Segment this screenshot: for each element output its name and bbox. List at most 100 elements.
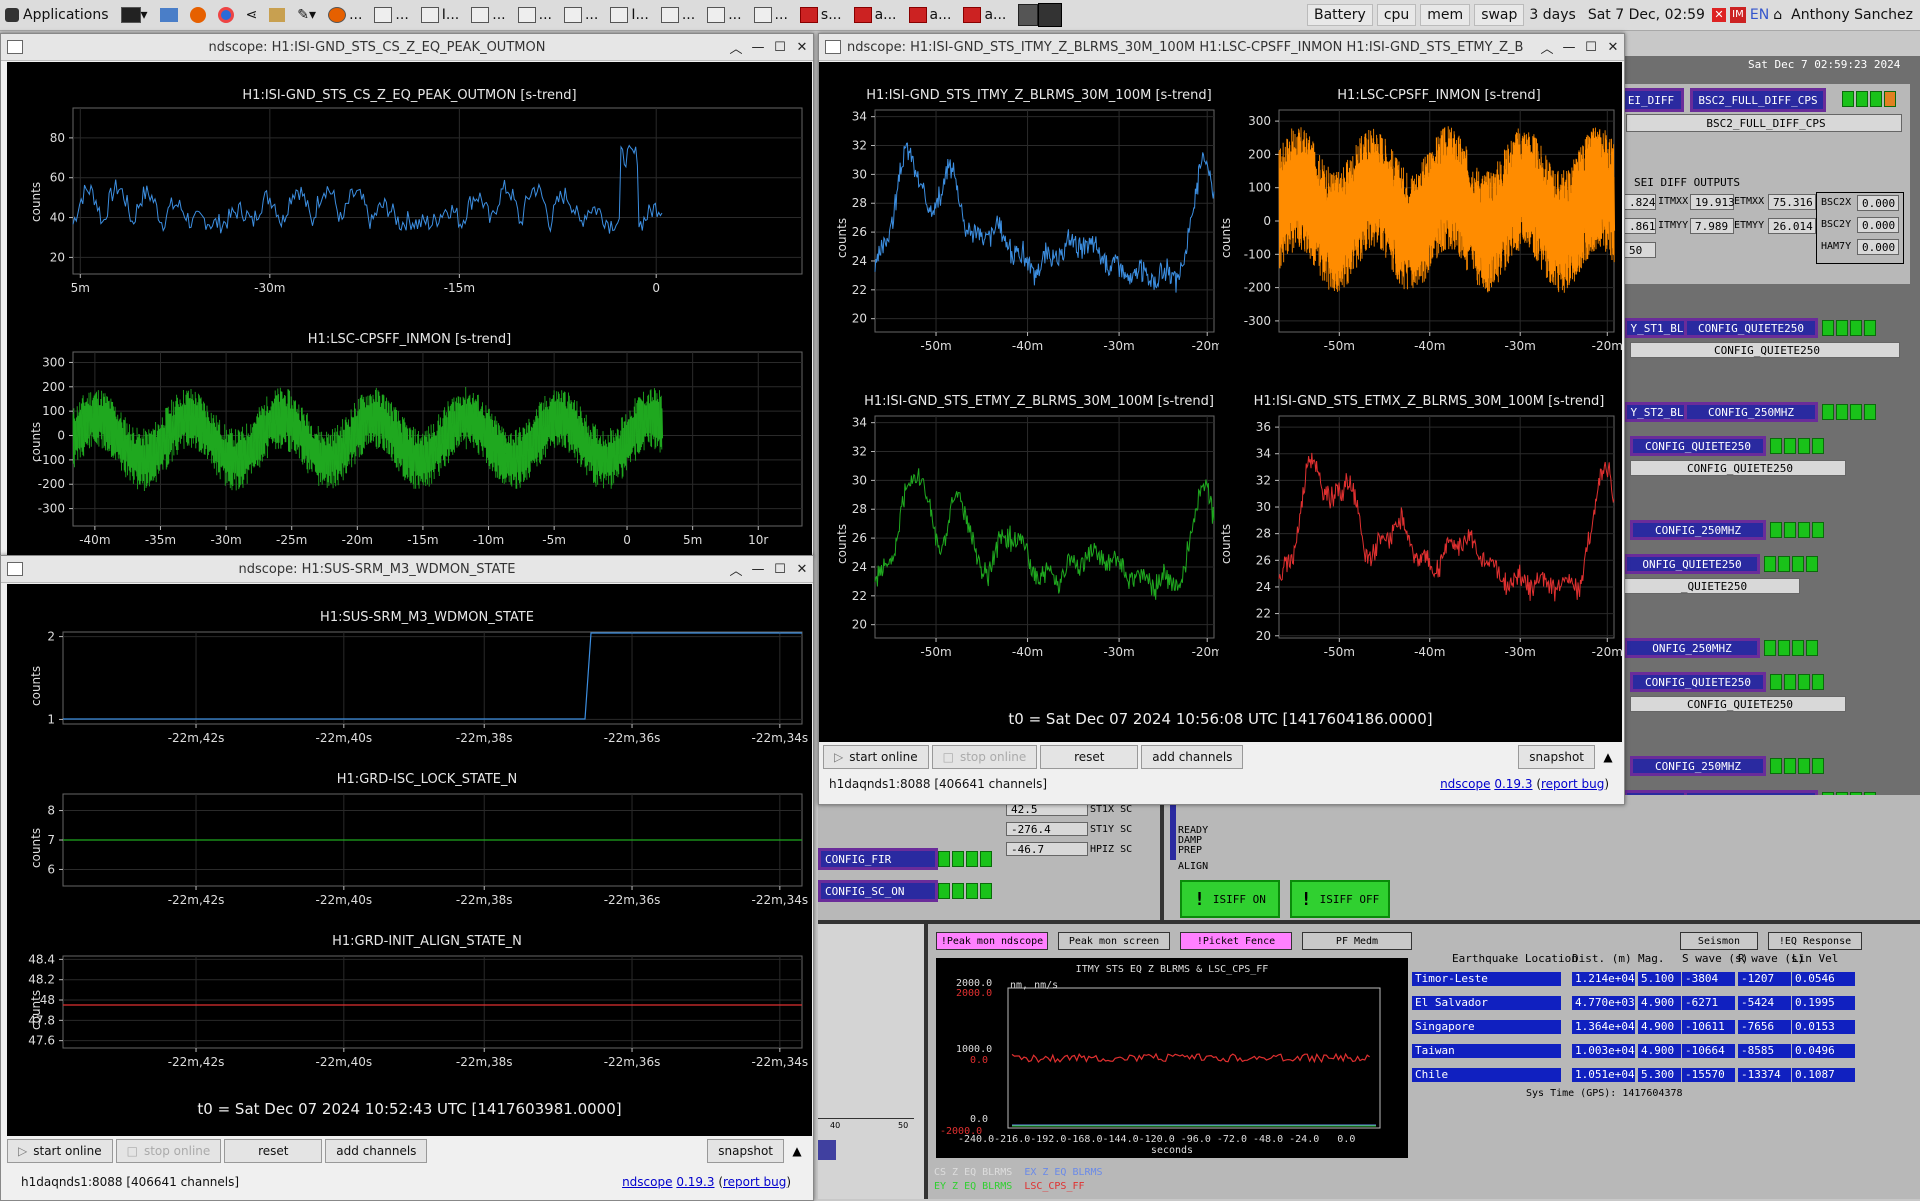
config-item[interactable]: CONFIG_QUIETE250 (1630, 342, 1900, 358)
applications-menu[interactable]: Applications (0, 2, 114, 28)
task-window-1[interactable]: ... (369, 2, 413, 28)
task-window-5[interactable]: ... (559, 2, 603, 28)
shade-icon[interactable]: ︿ (725, 38, 747, 57)
pf-medm-button[interactable]: PF Medm (1302, 932, 1412, 950)
battery-indicator[interactable]: Battery (1307, 4, 1373, 26)
reset-button[interactable]: reset (1040, 745, 1139, 769)
task-window-10[interactable]: s... (795, 2, 847, 28)
add-channels-button[interactable]: add channels (1141, 745, 1244, 769)
seismon-button[interactable]: Seismon (1680, 932, 1758, 950)
config-item[interactable]: ONFIG_250MHZ (1624, 638, 1760, 658)
plot-peak-outmon[interactable]: 80 60 40 20 5m -30m -15m 0 (7, 102, 812, 302)
mem-monitor[interactable]: mem (1420, 4, 1471, 26)
minimize-icon[interactable]: — (747, 40, 769, 55)
reset-button[interactable]: reset (224, 1139, 323, 1163)
task-window-6[interactable]: I... (605, 2, 653, 28)
plot-lsc-cpsff-right[interactable]: 300 200 100 0 -100 -200 -300 -50m -40m -30m -20m (1219, 102, 1622, 372)
maximize-icon[interactable]: ☐ (769, 562, 791, 577)
task-window-12[interactable]: a... (904, 2, 957, 28)
config-item[interactable]: Y_ST2_BL (1624, 402, 1690, 422)
plot-init-align-state[interactable]: 48.4 48.2 48 47.8 47.6 -22m,42s -22m,40s -22m,3… (7, 948, 812, 1078)
version-link[interactable]: 0.19.3 (676, 1175, 714, 1189)
task-window-3[interactable]: ... (466, 2, 510, 28)
config-item[interactable]: Y_ST1_BL (1624, 318, 1690, 338)
plot-lsc-cpsff[interactable]: 300 200 100 0 -100 -200 -300 -40m -35m -30m -25m -2… (7, 346, 812, 556)
minimize-icon[interactable]: — (747, 562, 769, 577)
snapshot-button[interactable]: snapshot (707, 1139, 784, 1163)
version-link[interactable]: 0.19.3 (1494, 777, 1532, 791)
bsc2-full-diff-cps[interactable]: BSC2_FULL_DIFF_CPS (1690, 88, 1826, 112)
config-item[interactable]: CONFIG_250MHZ (1630, 520, 1766, 540)
task-window-8[interactable]: ... (702, 2, 746, 28)
close-icon[interactable]: ✕ (1602, 40, 1624, 55)
config-item[interactable]: CONFIG_QUIETE250 (1630, 696, 1846, 712)
close-icon[interactable]: ✕ (791, 40, 813, 55)
task-window-9[interactable]: ... (749, 2, 793, 28)
plot-etmy-blrms[interactable]: 34 32 30 28 26 24 22 20 -50m -40m -30m -20m (819, 408, 1219, 678)
clock[interactable]: Sat 7 Dec, 02:59 (1583, 2, 1710, 28)
terminal-launcher[interactable]: ▾ (116, 2, 153, 28)
workspace-switcher[interactable] (1013, 2, 1067, 28)
chrome-launcher[interactable] (213, 2, 239, 28)
config-fir[interactable]: CONFIG_FIR (818, 848, 938, 870)
eq-response-button[interactable]: !EQ Response (1768, 932, 1862, 950)
task-window-0[interactable]: ... (323, 2, 367, 28)
window-icon (753, 7, 772, 23)
config-sc-on[interactable]: CONFIG_SC_ON (818, 880, 938, 902)
plot-wdmon-state[interactable]: 2 1 -22m,42s -22m,40s -22m,38s -22m,36s -22m,3… (7, 624, 812, 754)
isiff-on-button[interactable]: ! ISIFF ON (1180, 880, 1280, 918)
config-item[interactable]: ONFIG_QUIETE250 (1624, 554, 1760, 574)
collapse-icon[interactable]: ▲ (787, 1144, 807, 1158)
close-icon[interactable]: ✕ (791, 562, 813, 577)
cpu-monitor[interactable]: cpu (1376, 4, 1417, 26)
start-online-button[interactable]: ▷ start online (823, 745, 929, 769)
isiff-off-button[interactable]: ! ISIFF OFF (1290, 880, 1390, 918)
user-name[interactable]: Anthony Sanchez (1786, 2, 1918, 28)
shade-icon[interactable]: ︿ (1536, 38, 1558, 57)
network-icon[interactable]: ⌂ (1773, 7, 1782, 23)
task-window-2[interactable]: I... (416, 2, 464, 28)
bsc2-menu[interactable]: BSC2_FULL_DIFF_CPS (1626, 114, 1902, 132)
report-bug-link[interactable]: report bug (723, 1175, 786, 1189)
config-item[interactable]: CONFIG_QUIETE250 (1684, 318, 1818, 338)
ndscope-link[interactable]: ndscope (1440, 777, 1490, 791)
add-channels-button[interactable]: add channels (325, 1139, 428, 1163)
plot-isc-lock-state[interactable]: 8 7 6 -22m,42s -22m,40s -22m,38s -22m,36s -22m,… (7, 786, 812, 916)
close-red-icon[interactable]: ✕ (1711, 8, 1726, 22)
start-online-button[interactable]: ▷ start online (7, 1139, 113, 1163)
plot-itmy-blrms[interactable]: 34 32 30 28 26 24 22 20 -50m -40m -30m -20m (819, 102, 1219, 372)
config-item[interactable]: CONFIG_QUIETE250 (1630, 672, 1766, 692)
maximize-icon[interactable]: ☐ (1580, 40, 1602, 55)
im-icon[interactable]: IM (1729, 7, 1746, 23)
swap-monitor[interactable]: swap (1474, 4, 1525, 26)
titlebar[interactable]: ndscope: H1:ISI-GND_STS_CS_Z_EQ_PEAK_OUT… (1, 34, 813, 61)
editor-launcher[interactable]: ✎ ▾ (292, 2, 321, 28)
files-launcher[interactable] (155, 2, 183, 28)
maximize-icon[interactable]: ☐ (769, 40, 791, 55)
share-launcher[interactable]: ⋖ (241, 2, 263, 28)
peak-mon-ndscope-button[interactable]: !Peak mon ndscope (936, 932, 1048, 950)
config-item[interactable]: _QUIETE250 (1624, 578, 1800, 594)
people-launcher[interactable] (264, 2, 290, 28)
task-window-7[interactable]: ... (656, 2, 700, 28)
firefox-launcher[interactable] (185, 2, 211, 28)
config-item[interactable]: CONFIG_250MHZ (1630, 756, 1766, 776)
minimize-icon[interactable]: — (1558, 40, 1580, 55)
shade-icon[interactable]: ︿ (725, 560, 747, 579)
task-window-11[interactable]: a... (849, 2, 902, 28)
task-window-4[interactable]: ... (513, 2, 557, 28)
snapshot-button[interactable]: snapshot (1518, 745, 1595, 769)
config-item[interactable]: CONFIG_250MHZ (1684, 402, 1818, 422)
config-item[interactable]: CONFIG_QUIETE250 (1630, 460, 1846, 476)
titlebar[interactable]: ndscope: H1:ISI-GND_STS_ITMY_Z_BLRMS_30M… (819, 34, 1624, 61)
titlebar[interactable]: ndscope: H1:SUS-SRM_M3_WDMON_STATE ︿ — ☐… (1, 556, 813, 583)
picket-fence-button[interactable]: !Picket Fence (1180, 932, 1292, 950)
collapse-icon[interactable]: ▲ (1598, 750, 1618, 764)
report-bug-link[interactable]: report bug (1541, 777, 1604, 791)
lang-indicator[interactable]: EN (1750, 7, 1769, 23)
config-item[interactable]: CONFIG_QUIETE250 (1630, 436, 1766, 456)
peak-mon-screen-button[interactable]: Peak mon screen (1058, 932, 1170, 950)
task-window-13[interactable]: a... (958, 2, 1011, 28)
ndscope-link[interactable]: ndscope (622, 1175, 672, 1189)
plot-etmx-blrms[interactable]: 36 34 32 30 28 26 24 22 20 -50m -40m -30m -20m (1219, 408, 1622, 678)
